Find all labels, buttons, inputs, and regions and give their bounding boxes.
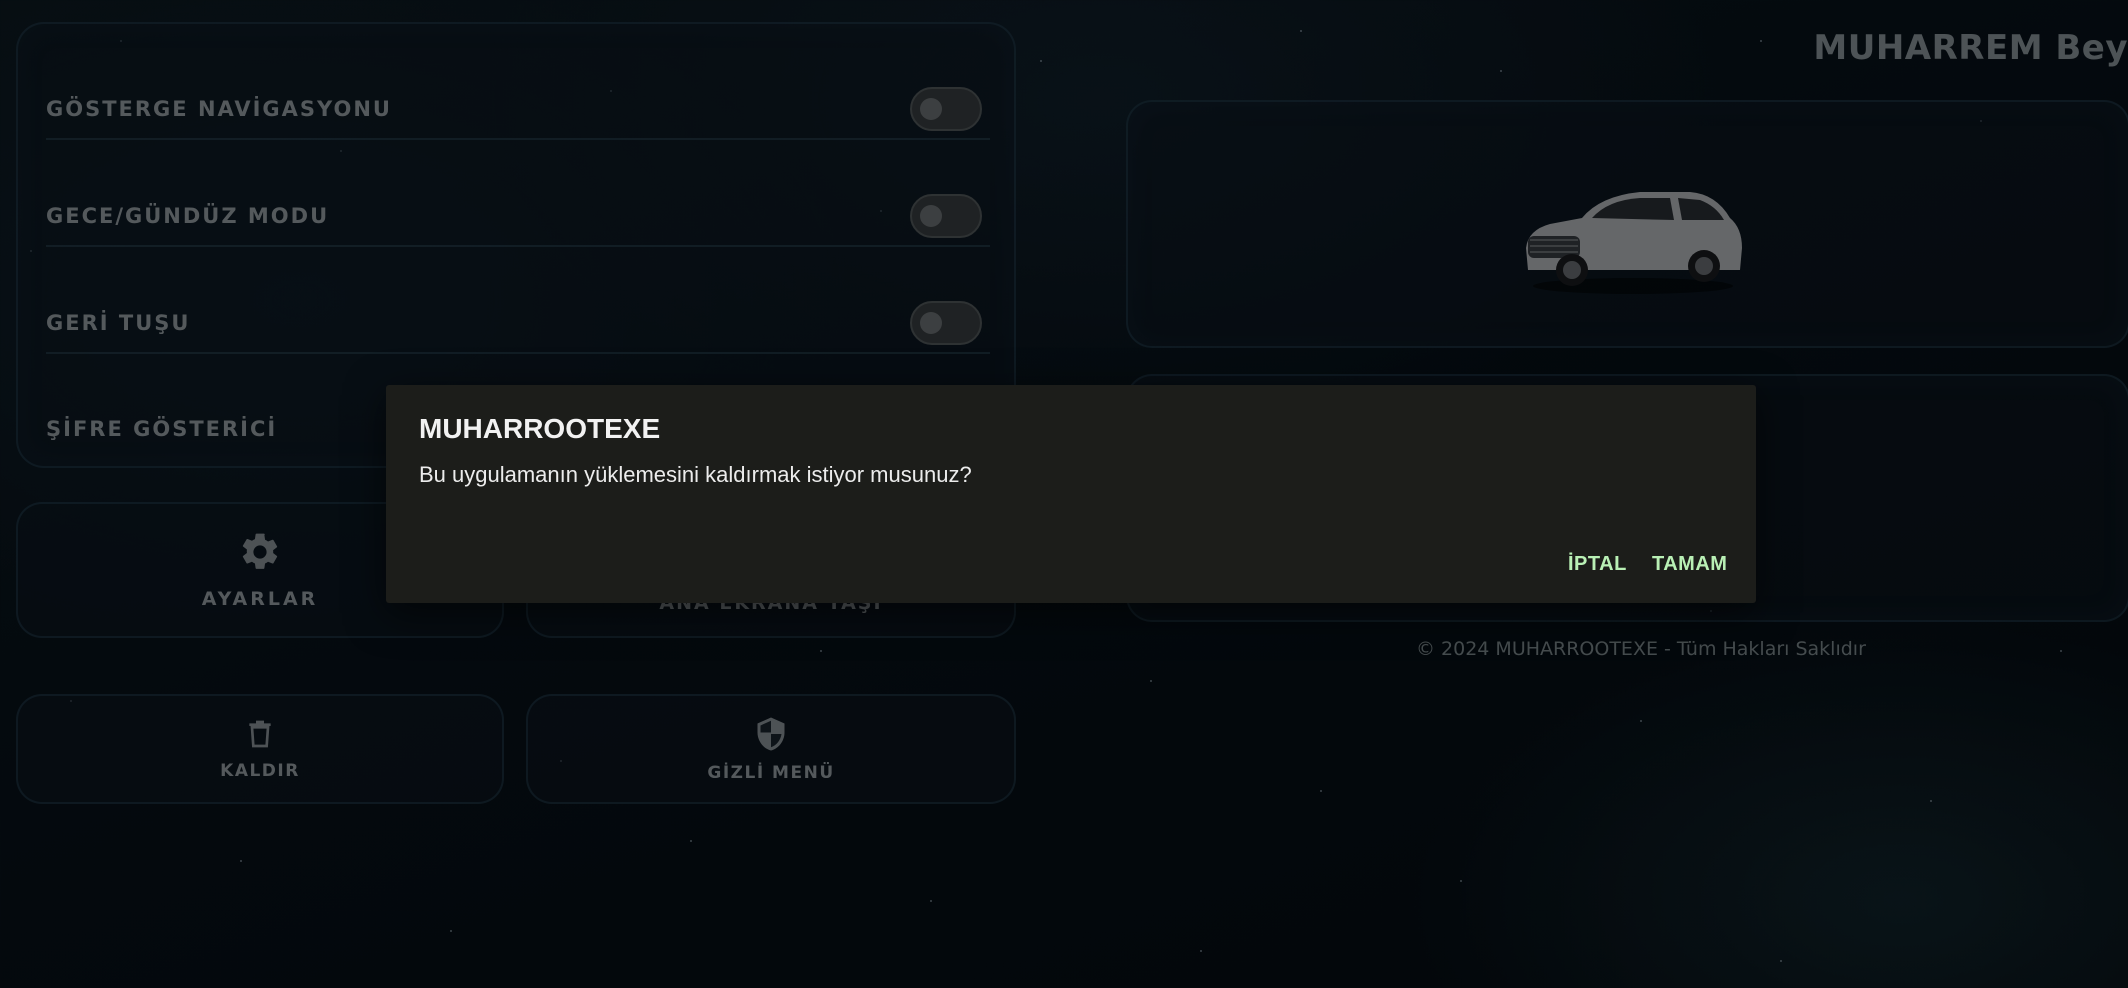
uninstall-confirm-dialog: MUHARROOTEXE Bu uygulamanın yüklemesini … xyxy=(386,385,1756,603)
dialog-title: MUHARROOTEXE xyxy=(419,413,661,444)
ok-button[interactable]: TAMAM xyxy=(1646,549,1733,580)
dialog-message: Bu uygulamanın yüklemesini kaldırmak ist… xyxy=(419,462,972,487)
cancel-button[interactable]: İPTAL xyxy=(1562,549,1633,580)
